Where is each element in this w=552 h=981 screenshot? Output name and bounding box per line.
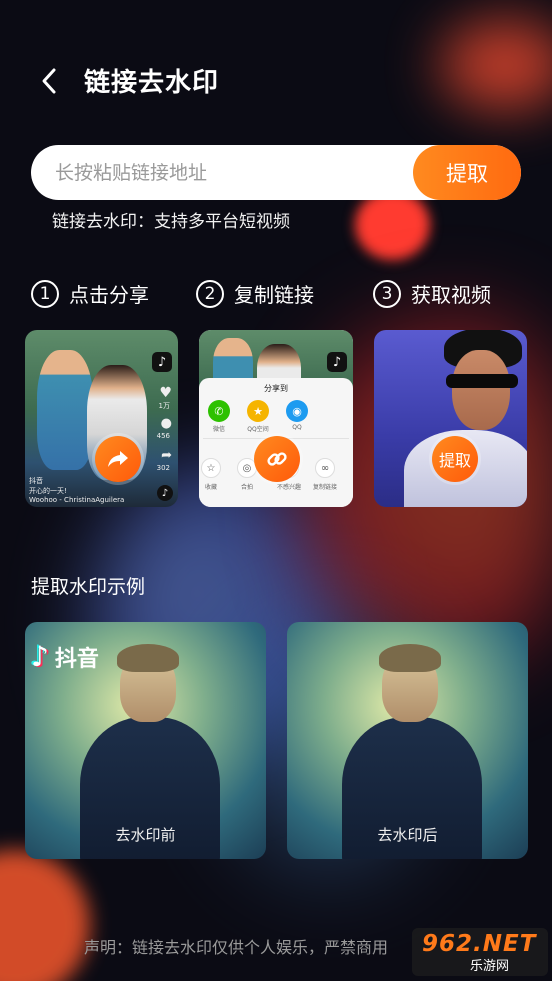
qzone-icon[interactable]: ★ [247,400,269,422]
tiktok-icon: ♪ [327,352,347,372]
favorite-icon[interactable]: ☆ [201,458,221,478]
example-before-card: ♪ 抖音 去水印前 [25,622,266,859]
example-after-card: 去水印后 [287,622,528,859]
like-count: 1万 [158,402,170,410]
illustration-hair [379,644,441,672]
share-action-label: 不感兴趣 [276,484,301,491]
share-arrow-icon [108,451,128,467]
comment-count: 456 [156,432,170,440]
share-app-label: QQ空间 [247,426,269,433]
qq-icon[interactable]: ◉ [286,400,308,422]
illustration-face [452,350,510,430]
forward-icon: ➦ [161,448,172,463]
step-label: 复制链接 [234,283,314,307]
step-number: 1 [31,279,59,308]
tiktok-note-icon: ♪ [31,640,49,673]
video-author: 抖音 [29,477,43,485]
example-label: 去水印后 [377,826,438,844]
share-app-label: 微信 [212,426,225,433]
sunglasses-icon [446,374,518,388]
step-card-get-video: 提取 [374,330,527,507]
illustration-hair [117,644,179,672]
link-icon [267,452,287,466]
step-card-share: ♪ ♥ 1万 ● 456 ➦ 302 抖音 开心的一天! Woohoo - Ch… [25,330,178,507]
share-panel-title: 分享到 [264,384,288,393]
step-label: 点击分享 [69,283,149,307]
step-3: 3 获取视频 [373,279,491,308]
step-2: 2 复制链接 [196,279,314,308]
share-action-label: 合拍 [240,484,253,491]
disclaimer-text: 声明：链接去水印仅供个人娱乐，严禁商用 [84,938,389,957]
chevron-left-icon [42,68,56,94]
page-title: 链接去水印 [84,68,220,98]
share-arrow-button[interactable] [95,436,141,482]
share-app-label: QQ [292,424,302,431]
step-card-copy-link: ♪ 分享到 ✆ 微信 ★ QQ空间 ◉ QQ ☆ 收藏 ◎ 合拍 ♡ 不感兴趣 … [199,330,353,507]
comment-icon: ● [160,416,172,431]
page-content: 链接去水印 提取 链接去水印：支持多平台短视频 1 点击分享 2 复制链接 3 … [0,0,552,981]
watermark-text: 抖音 [54,646,99,672]
share-count: 302 [156,464,170,472]
section-title: 提取水印示例 [31,576,146,598]
link-input[interactable] [55,145,415,200]
extract-button[interactable]: 提取 [413,145,521,200]
step-number: 3 [373,279,401,308]
supported-platforms-text: 链接去水印：支持多平台短视频 [52,212,290,232]
music-disc-icon: ♪ [157,485,173,501]
link-small-icon[interactable]: ∞ [315,458,335,478]
site-watermark-badge: 962.NET 乐游网 [412,928,548,976]
step-label: 获取视频 [411,283,491,307]
copy-link-button[interactable] [254,436,300,482]
douyin-watermark: ♪ 抖音 [31,640,99,673]
step-1: 1 点击分享 [31,279,149,308]
heart-icon: ♥ [159,385,172,401]
site-badge-number: 962.NET [422,930,537,957]
get-video-button[interactable]: 提取 [432,436,478,482]
tiktok-icon: ♪ [152,352,172,372]
back-button[interactable] [36,64,64,98]
share-action-label: 收藏 [204,484,217,491]
example-label: 去水印前 [115,826,176,844]
link-input-bar: 提取 [31,145,521,200]
video-caption: 开心的一天! [29,487,67,495]
site-badge-name: 乐游网 [470,958,510,974]
illustration-figure [37,350,93,470]
wechat-icon[interactable]: ✆ [208,400,230,422]
video-music: Woohoo - ChristinaAguilera [29,496,125,504]
step-number: 2 [196,279,224,308]
share-action-label: 复制链接 [312,484,337,491]
